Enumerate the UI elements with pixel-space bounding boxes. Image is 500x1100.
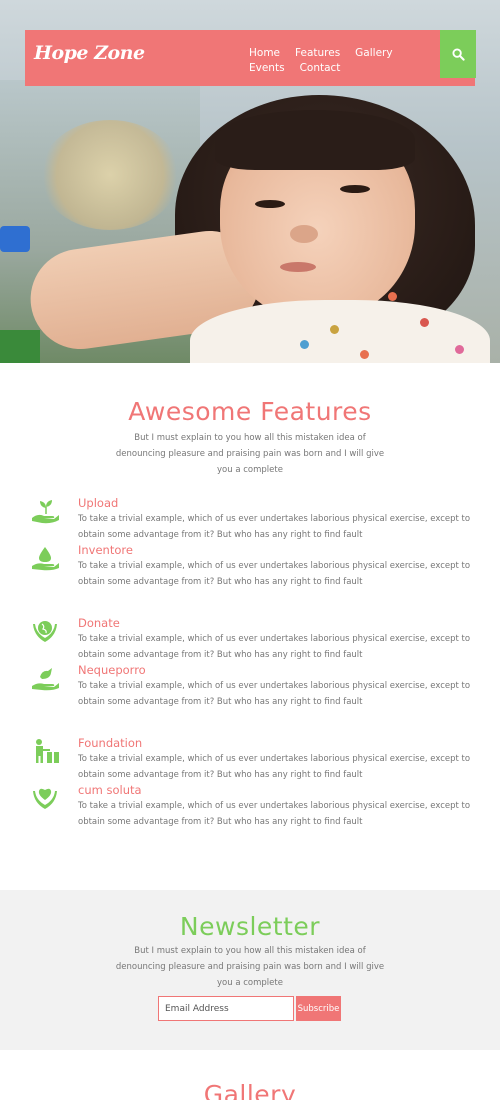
hands-heart-icon — [33, 788, 57, 809]
feature-text: To take a trivial example, which of us e… — [78, 754, 471, 780]
newsletter-title: Newsletter — [179, 912, 321, 941]
nav-contact[interactable]: Contact — [300, 61, 341, 76]
feature-text: To take a trivial example, which of us e… — [78, 561, 471, 587]
nav-home[interactable]: Home — [249, 46, 280, 61]
feature-item: Donate To take a trivial example, which … — [30, 616, 480, 662]
feature-title: Donate — [78, 616, 120, 630]
search-button[interactable] — [440, 30, 476, 78]
hand-plant-icon — [32, 500, 59, 524]
feature-item: Nequeporro To take a trivial example, wh… — [30, 663, 480, 709]
hand-bird-icon — [32, 668, 59, 691]
feature-text: To take a trivial example, which of us e… — [78, 681, 471, 707]
feature-text: To take a trivial example, which of us e… — [78, 801, 471, 827]
nav-gallery[interactable]: Gallery — [355, 46, 392, 61]
person-gift-icon — [36, 739, 59, 763]
newsletter-section: Newsletter But I must explain to you how… — [0, 890, 500, 1050]
feature-title: Upload — [78, 496, 119, 510]
feature-title: cum soluta — [78, 783, 142, 797]
feature-title: Foundation — [78, 736, 143, 750]
subscribe-button[interactable]: Subscribe — [296, 996, 341, 1021]
hand-drop-icon — [32, 547, 59, 571]
nav-events[interactable]: Events — [249, 61, 285, 76]
features-title: Awesome Features — [128, 397, 372, 426]
nav-features[interactable]: Features — [295, 46, 340, 61]
top-nav-bar: Hope Zone Home Features Gallery Events Conta… — [25, 30, 476, 86]
feature-text: To take a trivial example, which of us e… — [78, 514, 471, 540]
feature-title: Inventore — [78, 543, 133, 557]
gallery-section: Gallery — [0, 1050, 500, 1100]
feature-title: Nequeporro — [78, 663, 146, 677]
site-logo[interactable]: Hope Zone — [34, 42, 145, 64]
feature-item: Inventore To take a trivial example, whi… — [30, 543, 480, 589]
search-icon — [451, 47, 465, 61]
features-description: But I must explain to you how all this m… — [115, 433, 385, 475]
gallery-title: Gallery — [203, 1080, 297, 1100]
feature-text: To take a trivial example, which of us e… — [78, 634, 471, 660]
features-section: Awesome Features But I must explain to y… — [0, 363, 500, 890]
hands-globe-icon — [33, 621, 57, 642]
feature-item: Foundation To take a trivial example, wh… — [30, 736, 480, 782]
email-field[interactable] — [158, 996, 294, 1021]
newsletter-description: But I must explain to you how all this m… — [115, 946, 385, 988]
main-menu: Home Features Gallery Events Contact — [249, 46, 429, 76]
feature-item: cum soluta To take a trivial example, wh… — [30, 783, 480, 829]
feature-item: Upload To take a trivial example, which … — [30, 496, 480, 542]
